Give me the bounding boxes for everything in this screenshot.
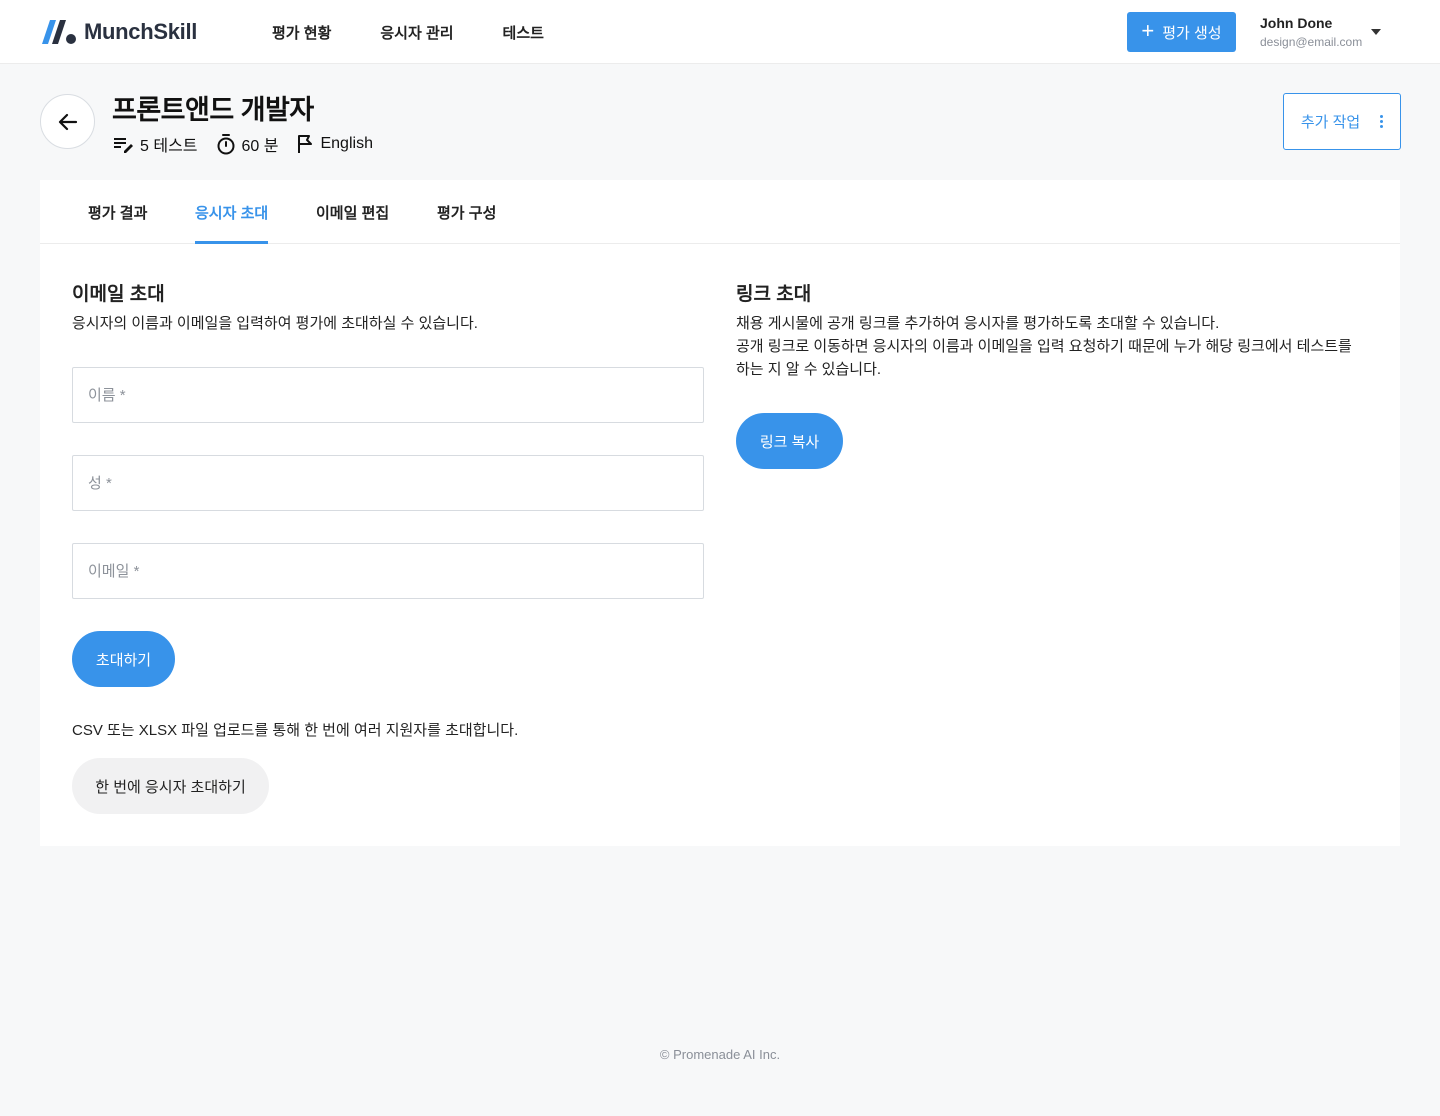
plus-icon: +: [1141, 18, 1155, 43]
user-menu[interactable]: John Done design@email.com: [1260, 15, 1362, 49]
logo-icon: [42, 20, 76, 44]
create-assessment-button[interactable]: + 평가 생성: [1127, 12, 1236, 52]
bulk-invite-description: CSV 또는 XLSX 파일 업로드를 통해 한 번에 여러 지원자를 초대합니…: [72, 722, 519, 739]
test-list-icon: [114, 138, 133, 153]
link-invite-description: 채용 게시물에 공개 링크를 추가하여 응시자를 평가하도록 초대할 수 있습니…: [736, 312, 1366, 381]
caret-down-icon[interactable]: [1371, 29, 1381, 35]
duration-label: 60 분: [241, 138, 279, 155]
user-email: design@email.com: [1260, 35, 1363, 49]
main-nav: 평가 현황 응시자 관리 테스트: [272, 0, 593, 64]
assessment-tabs: 평가 결과 응시자 초대 이메일 편집 평가 구성: [40, 180, 1400, 244]
tab-email-edit[interactable]: 이메일 편집: [316, 202, 389, 223]
tab-results[interactable]: 평가 결과: [88, 202, 147, 223]
email-invite-description: 응시자의 이름과 이메일을 입력하여 평가에 초대하실 수 있습니다.: [72, 315, 478, 332]
kebab-menu-icon: [1380, 115, 1384, 128]
test-count: 5 테스트: [112, 132, 198, 156]
test-count-label: 5 테스트: [140, 138, 198, 155]
tab-assessment-config[interactable]: 평가 구성: [437, 202, 496, 223]
nav-tests[interactable]: 테스트: [503, 22, 544, 43]
arrow-left-icon: [58, 113, 77, 130]
link-invite-description-line2: 공개 링크로 이동하면 응시자의 이름과 이메일을 입력 요청하기 때문에 누가…: [736, 338, 1352, 378]
email-input[interactable]: [72, 543, 704, 599]
active-tab-indicator: [195, 241, 268, 244]
invite-button[interactable]: 초대하기: [72, 631, 175, 687]
assessment-meta: 5 테스트 60 분 English: [112, 132, 391, 156]
stopwatch-icon: [217, 134, 235, 155]
last-name-input[interactable]: [72, 455, 704, 511]
link-invite-title: 링크 초대: [736, 284, 812, 305]
bulk-invite-button[interactable]: 한 번에 응시자 초대하기: [72, 758, 269, 814]
nav-candidate-management[interactable]: 응시자 관리: [380, 22, 453, 43]
language: English: [296, 134, 373, 154]
invite-card: 평가 결과 응시자 초대 이메일 편집 평가 구성 이메일 초대 응시자의 이름…: [40, 180, 1400, 846]
duration: 60 분: [216, 132, 279, 156]
top-navigation-bar: MunchSkill 평가 현황 응시자 관리 테스트 + 평가 생성 John…: [0, 0, 1440, 64]
footer-copyright: © Promenade AI Inc.: [659, 1047, 781, 1062]
language-label: English: [320, 135, 373, 152]
tab-invite-candidates[interactable]: 응시자 초대: [195, 202, 268, 223]
user-name: John Done: [1260, 15, 1333, 31]
flag-icon: [298, 135, 313, 153]
copy-link-button[interactable]: 링크 복사: [736, 413, 843, 469]
logo[interactable]: MunchSkill: [40, 17, 197, 47]
page-title: 프론트앤드 개발자: [112, 95, 314, 125]
nav-assessment-status[interactable]: 평가 현황: [272, 22, 331, 43]
logo-text: MunchSkill: [84, 19, 198, 44]
back-button[interactable]: [40, 94, 95, 149]
more-actions-button[interactable]: 추가 작업: [1283, 93, 1401, 150]
more-actions-label: 추가 작업: [1300, 114, 1361, 131]
email-invite-title: 이메일 초대: [72, 284, 165, 305]
first-name-input[interactable]: [72, 367, 704, 423]
create-assessment-label: 평가 생성: [1162, 24, 1222, 42]
link-invite-description-line1: 채용 게시물에 공개 링크를 추가하여 응시자를 평가하도록 초대할 수 있습니…: [736, 315, 1220, 332]
